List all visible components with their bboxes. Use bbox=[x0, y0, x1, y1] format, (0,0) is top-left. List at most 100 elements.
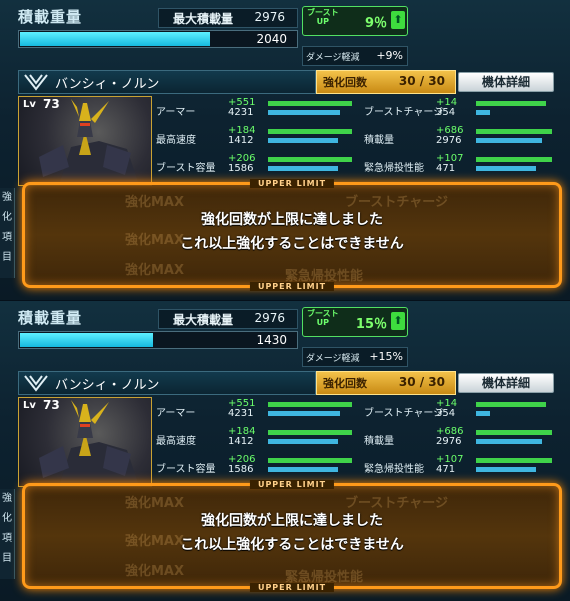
enhance-items-tab[interactable]: 強 化 項 目 bbox=[0, 188, 15, 278]
side-tab-char: 化 bbox=[2, 513, 12, 524]
level-label: Lv bbox=[23, 99, 36, 110]
mobile-suit-image bbox=[39, 400, 139, 486]
stat-bar-bonus bbox=[268, 101, 352, 106]
stat-name: 積載量 bbox=[364, 436, 394, 447]
unit-portrait: Lv 73 bbox=[18, 96, 152, 186]
stat-bar-base bbox=[268, 110, 340, 115]
stat-base: 1586 bbox=[228, 464, 254, 475]
unit-portrait: Lv 73 bbox=[18, 397, 152, 487]
stat-name: ブースト容量 bbox=[156, 464, 216, 475]
side-tab-char: 目 bbox=[2, 553, 12, 564]
up-arrow-icon: ⬆ bbox=[391, 312, 405, 330]
enhance-count-label: 強化回数 bbox=[323, 377, 367, 390]
damage-reduction-value: +15% bbox=[369, 350, 403, 363]
load-bar-fill bbox=[20, 32, 211, 46]
stat-base: 4231 bbox=[228, 408, 254, 419]
stat-boost-charge: ブーストチャージ +14 354 bbox=[362, 398, 562, 421]
load-title: 積載重量 bbox=[18, 8, 83, 26]
damage-reduction-box: ダメージ軽減 +9% bbox=[302, 46, 408, 66]
unit-detail-button[interactable]: 機体詳細 bbox=[458, 72, 554, 92]
damage-reduction-label: ダメージ軽減 bbox=[306, 53, 360, 63]
stat-base: 2976 bbox=[436, 436, 462, 447]
up-arrow-icon: ⬆ bbox=[391, 11, 405, 29]
stat-bar-bonus bbox=[268, 402, 352, 407]
stat-armor: アーマー +551 4231 bbox=[154, 398, 354, 421]
stat-boost-charge: ブーストチャージ +14 354 bbox=[362, 97, 562, 120]
stat-name: アーマー bbox=[156, 107, 196, 118]
level-label: Lv bbox=[23, 400, 36, 411]
side-tab-char: 強 bbox=[2, 192, 12, 203]
unit-detail-button[interactable]: 機体詳細 bbox=[458, 373, 554, 393]
background-row-text: 強化MAX bbox=[125, 263, 185, 278]
load-bar-fill bbox=[20, 333, 154, 347]
background-row-text: 強化MAX bbox=[125, 195, 185, 210]
side-tab-char: 項 bbox=[2, 533, 12, 544]
unit-emblem-icon bbox=[24, 74, 48, 91]
boost-label-bottom: UP bbox=[316, 17, 329, 26]
stat-top-speed: 最高速度 +184 1412 bbox=[154, 426, 354, 449]
stat-base: 1412 bbox=[228, 436, 254, 447]
background-row-text: ブーストチャージ bbox=[345, 195, 448, 210]
stat-bar-base bbox=[268, 166, 338, 171]
boost-up-label: ブースト UP bbox=[307, 309, 339, 327]
background-row-text: ブーストチャージ bbox=[345, 496, 448, 511]
stat-bar-base bbox=[476, 411, 490, 416]
stat-bar-base bbox=[268, 138, 338, 143]
stat-name: ブーストチャージ bbox=[364, 107, 444, 118]
enhance-items-tab[interactable]: 強 化 項 目 bbox=[0, 489, 15, 579]
unit-name: バンシィ・ノルン bbox=[55, 77, 160, 92]
upper-limit-message-line2: これ以上強化することはできません bbox=[180, 236, 404, 252]
side-tab-char: 項 bbox=[2, 232, 12, 243]
boost-up-label: ブースト UP bbox=[307, 8, 339, 26]
stat-base: 2976 bbox=[436, 135, 462, 146]
unit-name-box: バンシィ・ノルン bbox=[18, 70, 316, 94]
stat-name: 最高速度 bbox=[156, 135, 196, 146]
mobile-suit-image bbox=[39, 99, 139, 185]
damage-reduction-label: ダメージ軽減 bbox=[306, 354, 360, 364]
load-current-value: 2040 bbox=[256, 32, 287, 46]
enhance-count-value: 30 / 30 bbox=[398, 375, 445, 389]
upper-limit-message-line2: これ以上強化することはできません bbox=[180, 537, 404, 553]
upper-limit-tag-bottom: UPPER LIMIT bbox=[249, 583, 335, 592]
stat-top-speed: 最高速度 +184 1412 bbox=[154, 125, 354, 148]
stat-bar-bonus bbox=[268, 430, 352, 435]
stat-base: 471 bbox=[436, 464, 456, 475]
max-load-label: 最大積載量 bbox=[173, 313, 234, 327]
upper-limit-message-line1: 強化回数が上限に達しました bbox=[201, 212, 383, 228]
background-row-text: 強化MAX bbox=[125, 564, 185, 579]
stat-bar-base bbox=[476, 467, 536, 472]
unit-name-box: バンシィ・ノルン bbox=[18, 371, 316, 395]
enhance-count-box: 強化回数 30 / 30 bbox=[316, 70, 456, 94]
upper-limit-message-line1: 強化回数が上限に達しました bbox=[201, 513, 383, 529]
upgrade-panel-2: 積載重量 最大積載量 2976 1430 ブースト UP 15％ ⬆ ダメージ軽… bbox=[0, 300, 570, 601]
upper-limit-tag-bottom: UPPER LIMIT bbox=[249, 282, 335, 291]
stat-name: 最高速度 bbox=[156, 436, 196, 447]
stat-base: 4231 bbox=[228, 107, 254, 118]
boost-up-value: 9％ bbox=[364, 16, 387, 31]
stat-emergency-return: 緊急帰投性能 +107 471 bbox=[362, 454, 562, 477]
upper-limit-tag-top: UPPER LIMIT bbox=[249, 179, 335, 188]
boost-label-top: ブースト bbox=[307, 309, 339, 318]
stat-name: アーマー bbox=[156, 408, 196, 419]
side-tab-char: 化 bbox=[2, 212, 12, 223]
level-value: 73 bbox=[43, 97, 60, 111]
level-value: 73 bbox=[43, 398, 60, 412]
load-current-value: 1430 bbox=[256, 333, 287, 347]
stat-load-capacity: 積載量 +686 2976 bbox=[362, 426, 562, 449]
boost-label-bottom: UP bbox=[316, 318, 329, 327]
side-tab-char: 強 bbox=[2, 493, 12, 504]
stat-boost-capacity: ブースト容量 +206 1586 bbox=[154, 454, 354, 477]
upper-limit-dialog[interactable]: 強化MAX 強化MAX 強化MAX ブーストチャージ 緊急帰投性能 UPPER … bbox=[22, 179, 562, 291]
max-load-box: 最大積載量 2976 bbox=[158, 309, 298, 329]
stat-emergency-return: 緊急帰投性能 +107 471 bbox=[362, 153, 562, 176]
stat-bar-base bbox=[268, 439, 338, 444]
stat-bar-bonus bbox=[476, 101, 546, 106]
upper-limit-dialog[interactable]: 強化MAX 強化MAX 強化MAX ブーストチャージ 緊急帰投性能 UPPER … bbox=[22, 480, 562, 592]
stat-bar-bonus bbox=[476, 157, 552, 162]
boost-label-top: ブースト bbox=[307, 8, 339, 17]
stat-bar-base bbox=[268, 467, 338, 472]
stat-bar-bonus bbox=[476, 402, 546, 407]
max-load-box: 最大積載量 2976 bbox=[158, 8, 298, 28]
load-bar: 1430 bbox=[18, 331, 298, 349]
stat-name: 緊急帰投性能 bbox=[364, 163, 424, 174]
